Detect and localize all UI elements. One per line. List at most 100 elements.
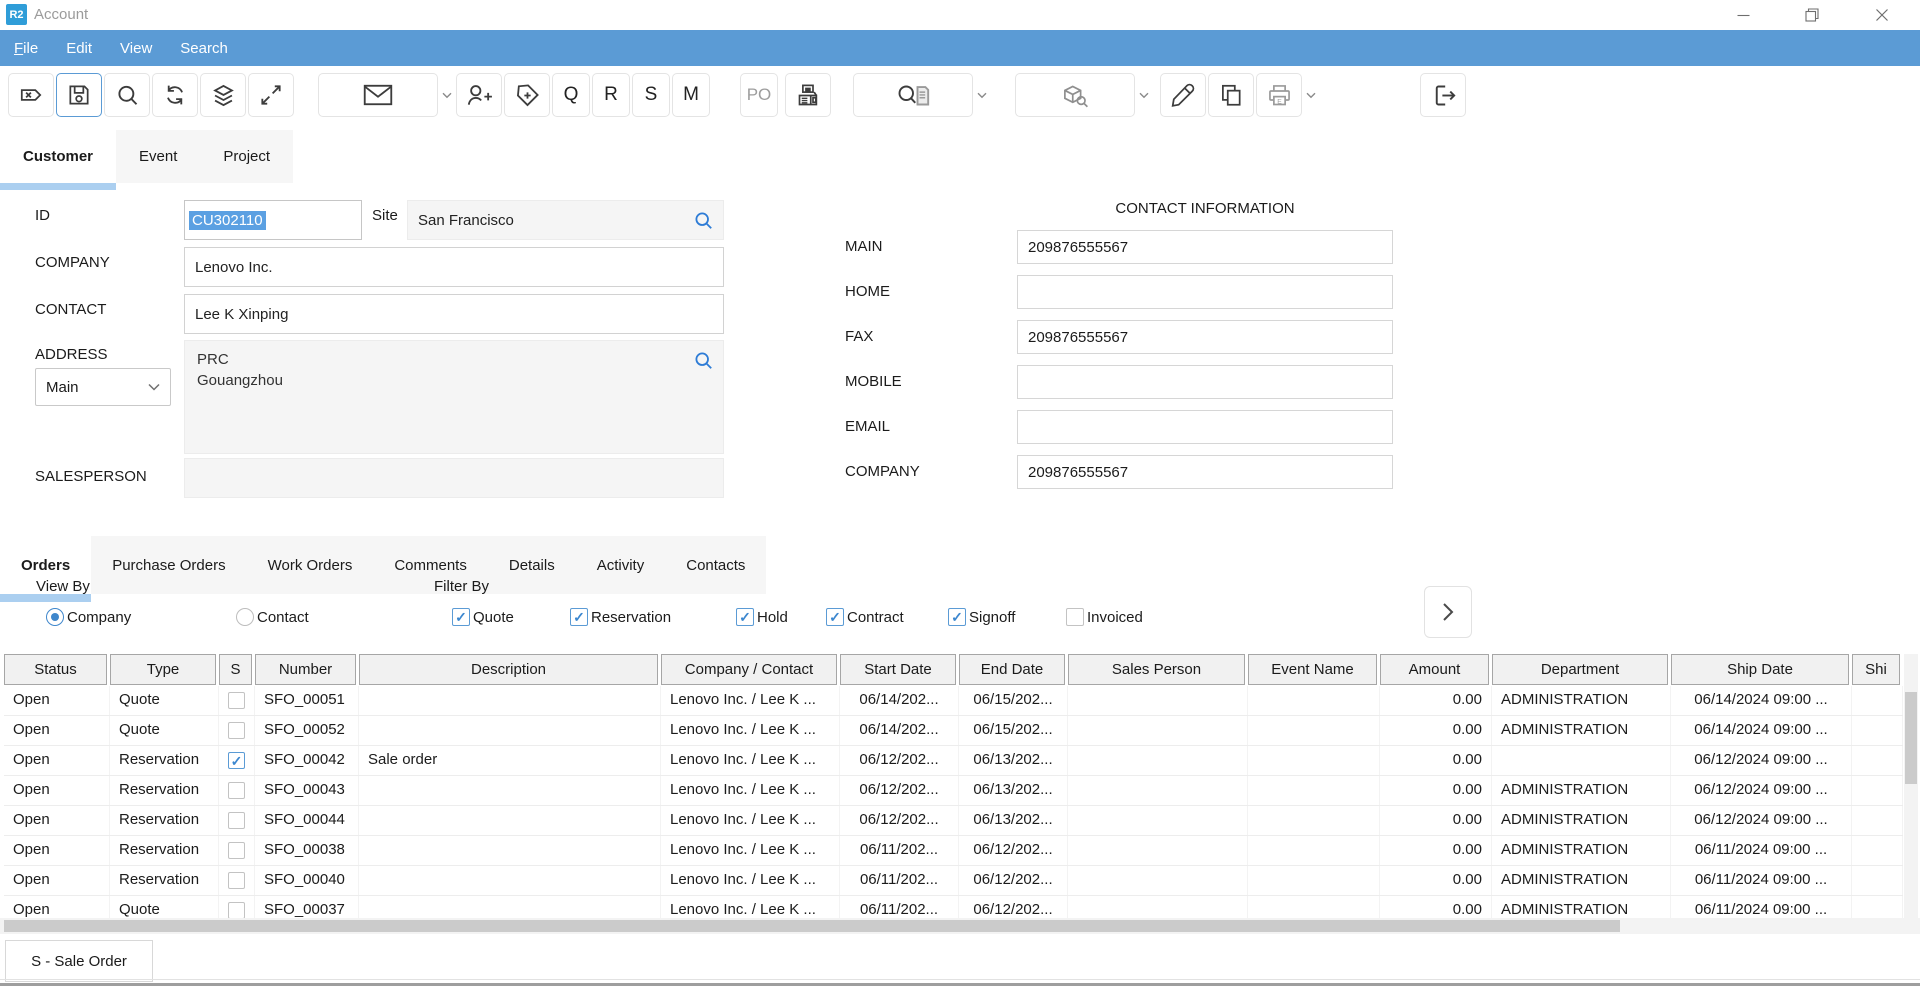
purchase-order-button[interactable]: PO [740, 73, 778, 117]
discount-button[interactable] [504, 73, 550, 117]
point-of-sale-button[interactable] [785, 73, 831, 117]
site-lookup-icon[interactable] [693, 210, 715, 232]
column-header-status[interactable]: Status [4, 654, 107, 685]
reservation-button[interactable]: R [592, 73, 630, 117]
salesperson-field[interactable] [184, 458, 724, 498]
print-button[interactable]: E [1256, 73, 1302, 117]
row-checkbox[interactable] [228, 842, 245, 859]
table-row[interactable]: OpenReservationSFO_00038Lenovo Inc. / Le… [4, 836, 1903, 866]
row-checkbox[interactable] [228, 902, 245, 919]
row-checkbox[interactable] [228, 752, 245, 769]
close-button[interactable] [1860, 0, 1904, 30]
exit-button[interactable] [1420, 73, 1466, 117]
refresh-button[interactable] [152, 73, 198, 117]
contact-input-mobile[interactable] [1017, 365, 1393, 399]
table-row[interactable]: OpenQuoteSFO_00051Lenovo Inc. / Lee K ..… [4, 686, 1903, 716]
contact-input-fax[interactable]: 209876555567 [1017, 320, 1393, 354]
filter-contract[interactable]: Contract [826, 608, 904, 626]
contact-input-main[interactable]: 209876555567 [1017, 230, 1393, 264]
column-header-amount[interactable]: Amount [1380, 654, 1489, 685]
table-row[interactable]: OpenReservationSFO_00040Lenovo Inc. / Le… [4, 866, 1903, 896]
contact-input-email[interactable] [1017, 410, 1393, 444]
edit-button[interactable] [1160, 73, 1206, 117]
row-checkbox[interactable] [228, 692, 245, 709]
menu-item-file[interactable]: File [14, 40, 52, 57]
find-document-button[interactable] [853, 73, 973, 117]
column-header-type[interactable]: Type [110, 654, 216, 685]
tag-x-icon [18, 82, 44, 108]
row-checkbox[interactable] [228, 722, 245, 739]
menu-item-view[interactable]: View [106, 40, 166, 57]
table-row[interactable]: OpenReservationSFO_00042Sale orderLenovo… [4, 746, 1903, 776]
find-document-dropdown[interactable] [975, 92, 989, 99]
detail-tab-details[interactable]: Details [488, 536, 576, 594]
row-checkbox[interactable] [228, 812, 245, 829]
address-area[interactable]: PRC Gouangzhou [184, 340, 724, 454]
add-contact-button[interactable] [456, 73, 502, 117]
contact-input[interactable]: Lee K Xinping [184, 294, 724, 334]
address-value: PRC Gouangzhou [197, 349, 283, 391]
company-input[interactable]: Lenovo Inc. [184, 247, 724, 287]
sale-order-button[interactable]: S [632, 73, 670, 117]
cell-department: ADMINISTRATION [1492, 866, 1671, 895]
row-checkbox[interactable] [228, 782, 245, 799]
tab-customer[interactable]: Customer [0, 130, 116, 183]
delete-record-button[interactable] [8, 73, 54, 117]
filter-quote[interactable]: Quote [452, 608, 514, 626]
column-header-shi[interactable]: Shi [1852, 654, 1900, 685]
detail-tab-contacts[interactable]: Contacts [665, 536, 766, 594]
batch-button[interactable] [200, 73, 246, 117]
cell-status: Open [4, 716, 110, 745]
contact-input-company[interactable]: 209876555567 [1017, 455, 1393, 489]
horizontal-scrollbar-thumb[interactable] [4, 920, 1620, 932]
find-product-button[interactable] [1015, 73, 1135, 117]
site-field[interactable]: San Francisco [407, 200, 724, 240]
filter-signoff[interactable]: Signoff [948, 608, 1015, 626]
contact-input-home[interactable] [1017, 275, 1393, 309]
restore-button[interactable] [1790, 0, 1834, 30]
save-button[interactable] [56, 73, 102, 117]
tab-event[interactable]: Event [116, 130, 200, 183]
table-row[interactable]: OpenReservationSFO_00044Lenovo Inc. / Le… [4, 806, 1903, 836]
menu-item-search[interactable]: Search [166, 40, 242, 57]
find-product-dropdown[interactable] [1137, 92, 1151, 99]
column-header-number[interactable]: Number [255, 654, 356, 685]
email-button[interactable] [318, 73, 438, 117]
detail-tab-activity[interactable]: Activity [576, 536, 666, 594]
menu-item-edit[interactable]: Edit [52, 40, 106, 57]
find-button[interactable] [104, 73, 150, 117]
detail-tab-work-orders[interactable]: Work Orders [247, 536, 374, 594]
column-header-department[interactable]: Department [1492, 654, 1668, 685]
address-lookup-icon[interactable] [693, 350, 715, 372]
print-dropdown[interactable] [1304, 92, 1318, 99]
column-header-description[interactable]: Description [359, 654, 658, 685]
column-header-company-contact[interactable]: Company / Contact [661, 654, 837, 685]
table-row[interactable]: OpenQuoteSFO_00052Lenovo Inc. / Lee K ..… [4, 716, 1903, 746]
minimize-button[interactable] [1721, 0, 1765, 30]
cell-start_date: 06/11/202... [840, 866, 959, 895]
email-dropdown[interactable] [440, 92, 454, 99]
row-checkbox[interactable] [228, 872, 245, 889]
vertical-scrollbar[interactable] [1904, 654, 1918, 918]
maintenance-button[interactable]: M [672, 73, 710, 117]
detail-tab-purchase-orders[interactable]: Purchase Orders [91, 536, 246, 594]
column-header-event-name[interactable]: Event Name [1248, 654, 1377, 685]
filter-invoiced[interactable]: Invoiced [1066, 608, 1143, 626]
column-header-ship-date[interactable]: Ship Date [1671, 654, 1849, 685]
expand-button[interactable] [248, 73, 294, 117]
duplicate-button[interactable] [1208, 73, 1254, 117]
table-row[interactable]: OpenReservationSFO_00043Lenovo Inc. / Le… [4, 776, 1903, 806]
filter-reservation[interactable]: Reservation [570, 608, 671, 626]
tab-project[interactable]: Project [200, 130, 293, 183]
filter-hold[interactable]: Hold [736, 608, 788, 626]
expand-orders-button[interactable] [1424, 586, 1472, 638]
column-header-start-date[interactable]: Start Date [840, 654, 956, 685]
column-header-end-date[interactable]: End Date [959, 654, 1065, 685]
id-input[interactable]: CU302110 [184, 200, 362, 240]
column-header-s[interactable]: S [219, 654, 252, 685]
column-header-sales-person[interactable]: Sales Person [1068, 654, 1245, 685]
vertical-scrollbar-thumb[interactable] [1905, 692, 1917, 784]
quote-button[interactable]: Q [552, 73, 590, 117]
horizontal-scrollbar[interactable] [0, 918, 1920, 934]
address-type-select[interactable]: Main [35, 368, 171, 406]
